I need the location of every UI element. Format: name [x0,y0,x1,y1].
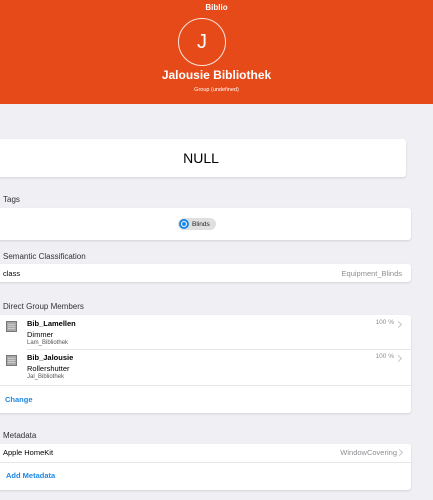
member-state: 100 % [375,353,394,360]
member-name: Jal_Bibliothek [27,374,65,380]
chevron-right-icon [394,354,403,363]
metadata-key: Apple HomeKit [3,448,54,457]
item-state-value: NULL [183,150,219,166]
members-section-title: Direct Group Members [3,302,84,311]
members-card: Bib_Lamellen Dimmer Lam_Bibliothek 100 %… [0,315,411,413]
tags-card: Blinds [0,208,411,240]
member-item[interactable]: Bib_Lamellen Dimmer Lam_Bibliothek 100 % [0,315,411,349]
semantic-value: Equipment_Blinds [341,269,402,278]
tags-section-title: Tags [3,195,20,204]
divider [0,385,411,386]
item-header: Biblio J Jalousie Bibliothek Group (unde… [0,0,433,104]
item-avatar: J [178,18,226,66]
add-metadata-link[interactable]: Add Metadata [6,471,55,480]
divider [0,462,411,463]
metadata-section-title: Metadata [3,431,37,440]
member-type: Rollershutter [27,364,70,373]
member-state: 100 % [375,319,394,326]
metadata-card: Apple HomeKit WindowCovering Add Metadat… [0,444,411,490]
tag-chip-label: Blinds [192,220,210,228]
change-members-link[interactable]: Change [5,395,33,404]
chevron-right-icon [394,320,403,329]
item-label: Jalousie Bibliothek [161,68,272,82]
member-item[interactable]: Bib_Jalousie Rollershutter Jal_Bibliothe… [0,349,411,383]
tag-chip[interactable]: Blinds [178,218,216,230]
semantic-key: class [3,269,21,278]
metadata-row[interactable]: Apple HomeKit WindowCovering [0,448,411,460]
app-title: Biblio [205,3,228,12]
member-label: Bib_Jalousie [27,353,74,362]
item-subtitle: Group (undefined) [194,87,239,93]
metadata-value: WindowCovering [340,448,397,457]
member-label: Bib_Lamellen [27,319,76,328]
tag-icon [179,219,189,229]
chevron-right-icon [395,448,404,457]
member-type: Dimmer [27,330,54,339]
semantic-card: class Equipment_Blinds [0,264,411,282]
member-name: Lam_Bibliothek [27,340,69,346]
item-state-card: NULL [0,139,406,177]
semantic-section-title: Semantic Classification [3,252,86,261]
blinds-icon [6,321,17,332]
blinds-icon [6,355,17,366]
